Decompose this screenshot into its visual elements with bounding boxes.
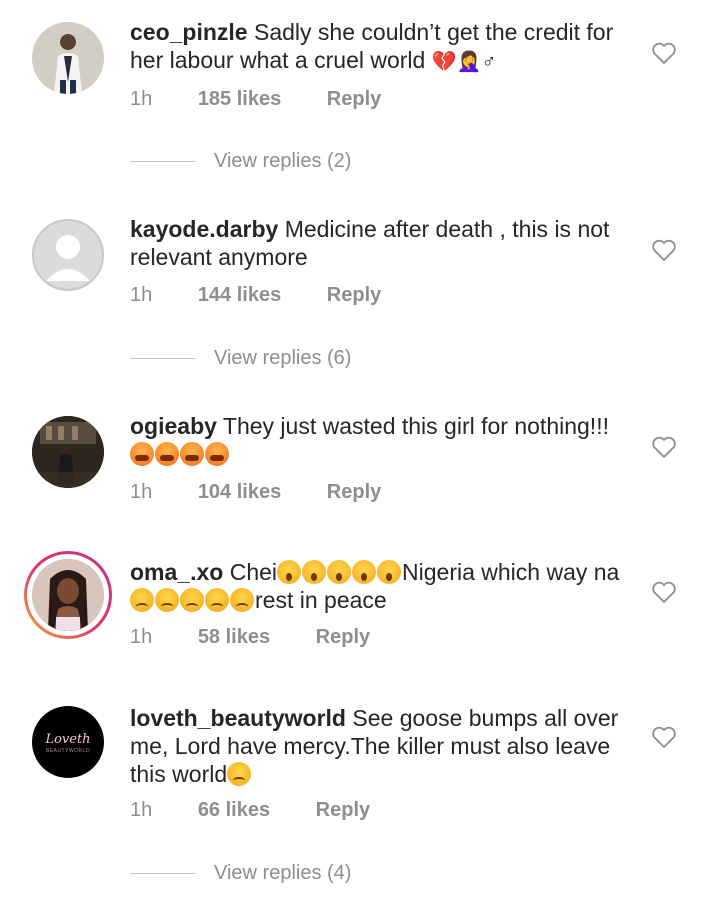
comment-username[interactable]: loveth_beautyworld: [130, 705, 346, 731]
comment-time: 1h: [130, 88, 153, 110]
comment-text: kayode.darby Medicine after death , this…: [130, 215, 630, 271]
astonished-face-icon: [277, 560, 302, 584]
frowning-face-icon: [130, 588, 154, 612]
avatar[interactable]: [32, 559, 104, 631]
frowning-face-icon: [205, 588, 229, 612]
view-replies-label: View replies (4): [214, 862, 352, 884]
heart-icon[interactable]: [651, 238, 677, 262]
avatar-logo: Loveth: [45, 732, 91, 747]
comment-text: ceo_pinzle Sadly she couldn’t get the cr…: [130, 18, 630, 76]
view-replies-label: View replies (6): [214, 347, 352, 369]
story-ring[interactable]: [24, 551, 112, 639]
crying-face-icon: [155, 442, 179, 466]
astonished-face-icon: [377, 560, 402, 584]
comment-meta: 1h 185 likes Reply: [130, 88, 421, 111]
comment-message-part: rest in peace: [255, 587, 387, 613]
reply-button[interactable]: Reply: [327, 88, 381, 110]
comment-meta: 1h 58 likes Reply: [130, 626, 410, 649]
comment-username[interactable]: oma_.xo: [130, 559, 223, 585]
reply-button[interactable]: Reply: [316, 626, 370, 648]
crying-face-icon: [205, 442, 229, 466]
view-replies-button[interactable]: View replies (2): [130, 150, 351, 173]
comment-meta: 1h 104 likes Reply: [130, 481, 421, 504]
likes-count[interactable]: 58 likes: [198, 626, 270, 648]
crying-emoji-row: [130, 441, 230, 467]
comment-emoji: 💔🤦‍♀️♂: [431, 51, 497, 73]
likes-count[interactable]: 185 likes: [198, 88, 281, 110]
view-replies-button[interactable]: View replies (6): [130, 347, 351, 370]
comment-message-part: Nigeria which way na: [402, 559, 620, 585]
frowning-face-icon: [180, 588, 204, 612]
comment-meta: 1h 144 likes Reply: [130, 284, 421, 307]
comment-text: oma_.xo Chei Nigeria which way na rest in …: [130, 558, 630, 614]
comment-text: ogieaby They just wasted this girl for n…: [130, 412, 630, 468]
heart-icon[interactable]: [651, 435, 677, 459]
crying-face-icon: [130, 442, 154, 466]
avatar[interactable]: [32, 22, 104, 94]
avatar[interactable]: Loveth BEAUTYWORLD: [32, 706, 104, 778]
view-replies-button[interactable]: View replies (4): [130, 862, 351, 885]
comment-username[interactable]: ceo_pinzle: [130, 19, 248, 45]
avatar-logo-subtitle: BEAUTYWORLD: [45, 748, 91, 754]
reply-button[interactable]: Reply: [327, 284, 381, 306]
comment-meta: 1h 66 likes Reply: [130, 799, 410, 822]
replies-divider: [130, 873, 196, 875]
comment-text: loveth_beautyworld See goose bumps all o…: [130, 704, 630, 788]
avatar[interactable]: [32, 219, 104, 291]
comment-message-part: Chei: [229, 559, 278, 585]
replies-divider: [130, 358, 196, 360]
astonished-face-icon: [352, 560, 377, 584]
heart-icon[interactable]: [651, 725, 677, 749]
frowning-face-icon: [155, 588, 179, 612]
view-replies-label: View replies (2): [214, 150, 352, 172]
comment-username[interactable]: kayode.darby: [130, 216, 278, 242]
crying-face-icon: [180, 442, 204, 466]
comment-time: 1h: [130, 481, 153, 503]
likes-count[interactable]: 104 likes: [198, 481, 281, 503]
astonished-face-icon: [302, 560, 327, 584]
comment-time: 1h: [130, 626, 153, 648]
comment-time: 1h: [130, 799, 153, 821]
frowning-face-icon: [230, 588, 254, 612]
reply-button[interactable]: Reply: [327, 481, 381, 503]
reply-button[interactable]: Reply: [316, 799, 370, 821]
likes-count[interactable]: 66 likes: [198, 799, 270, 821]
replies-divider: [130, 161, 196, 163]
comment-message: They just wasted this girl for nothing!!…: [222, 413, 609, 439]
likes-count[interactable]: 144 likes: [198, 284, 281, 306]
heart-icon[interactable]: [651, 41, 677, 65]
frowning-face-icon: [227, 762, 252, 786]
avatar[interactable]: [32, 416, 104, 488]
heart-icon[interactable]: [651, 580, 677, 604]
comment-username[interactable]: ogieaby: [130, 413, 217, 439]
comment-time: 1h: [130, 284, 153, 306]
astonished-face-icon: [327, 560, 352, 584]
